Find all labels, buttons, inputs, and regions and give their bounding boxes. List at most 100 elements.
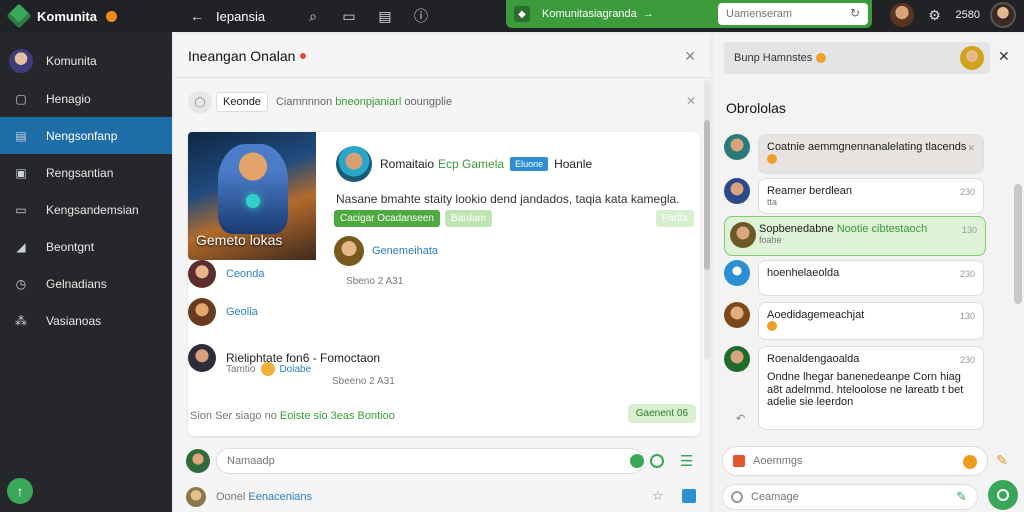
sidebar-item-kengsandemsian[interactable]: ▭ Kengsandemsian [0,191,172,228]
tag-row: Cacigar Ocadanseen Bardam Fartta [334,210,694,227]
right-scrollbar[interactable] [1014,44,1022,504]
sidebar-item-vasianoas[interactable]: ⁂ Vasianoas [0,302,172,339]
message-bubble[interactable]: Aoedidagemeachjat 130 [758,302,984,340]
comment-link[interactable]: Genemeihata [372,245,438,257]
tag-right[interactable]: Fartta [655,210,694,227]
tag-secondary[interactable]: Bardam [444,210,492,227]
sidebar-item-gelnadians[interactable]: ◷ Gelnadians [0,265,172,302]
sidebar-item-beontgnt[interactable]: ◢ Beontgnt [0,228,172,265]
list-icon: ▤ [15,128,27,143]
user-avatar-small[interactable] [889,3,914,27]
app-logo[interactable]: Komunita [0,3,172,29]
emoji-icon[interactable] [630,454,644,468]
gear-icon[interactable]: ⚙ [924,4,946,26]
star-icon[interactable]: ☆ [652,488,664,504]
profile-avatar[interactable] [990,2,1016,28]
refresh-icon[interactable]: ↻ [850,6,860,20]
sidebar-item-profile[interactable]: Komunita [0,42,172,80]
header-avatar[interactable] [960,46,984,70]
bottom-link[interactable]: Eenacenians [248,491,312,503]
channel-pill[interactable]: ◆ Komunitasiagranda → ↻ [506,0,872,28]
comment-input[interactable] [216,448,644,474]
clipboard-icon[interactable]: ▤ [374,5,396,27]
message-text: Roenaldengaoalda [767,353,860,365]
message-bubble[interactable]: Sopbenedabne Nootie cibtestaoch foahe 13… [724,216,986,256]
channel-arrow: → [642,8,654,20]
clock-icon: ◷ [15,276,27,291]
message-avatar[interactable] [724,134,750,160]
message-bubble[interactable]: Reamer berdlean tta 230 [758,178,984,214]
filter-row: ◯ Keonde Ciamnnnon bneonpjaniarl ooungpl… [188,90,698,114]
author-game[interactable]: Ecp Gamela [438,157,504,171]
emoji-icon[interactable] [963,455,977,469]
close-icon[interactable]: ✕ [684,48,696,65]
scrollbar-thumb[interactable] [704,120,710,270]
sidebar-item-label: Nengsonfanp [46,128,118,143]
back-arrow-icon[interactable]: ← [186,5,208,27]
author-name[interactable]: Romaitaio [380,157,434,171]
reply-avatar[interactable] [188,260,216,288]
topbar-search-input[interactable] [718,3,868,25]
calendar-icon[interactable] [682,489,696,503]
stats-green[interactable]: Eoiste sio 3eas Bontioo [280,410,395,422]
search-icon[interactable]: ⌕ [302,5,324,27]
sidebar-item-rengsantian[interactable]: ▣ Rengsantian [0,154,172,191]
reply-name[interactable]: Geolia [226,306,258,318]
message-avatar[interactable] [724,302,750,328]
list-icon[interactable]: ☰ [680,452,693,470]
pencil-icon[interactable]: ✎ [996,452,1008,469]
author-avatar[interactable] [336,146,372,182]
comments-button[interactable]: Gaenent 06 [627,404,696,423]
calendar-icon[interactable] [733,455,745,467]
upload-button[interactable]: ↑ [7,478,33,504]
reply-sub-label: Tamtio [226,363,256,375]
filter-highlight[interactable]: bneonpjaniarl [335,96,401,108]
message-time: 130 [959,311,975,321]
reply-avatar[interactable] [188,344,216,372]
message-avatar[interactable] [730,222,756,248]
message-bubble[interactable]: Coatnie aemmgnennanalelating tlacends ✕ [758,134,984,174]
author-role: Hoanle [554,157,593,171]
reply-sub-link[interactable]: Doiabe [279,364,311,375]
right-panel: Bunp Hamnstes ✕ Obrololas Coatnie aemmgn… [714,34,1024,512]
commenter-avatar[interactable] [334,236,364,266]
message-input[interactable] [753,455,933,467]
emoji-icon [767,321,777,331]
message-bubble[interactable]: Roenaldengaoalda Ondne lhegar banenedean… [758,346,984,430]
chat-message: Roenaldengaoalda Ondne lhegar banenedean… [724,346,986,430]
attach-icon[interactable] [731,491,743,503]
filter-chip[interactable]: Keonde [216,92,268,112]
post-card: Gemeto lokas Romaitaio Ecp Gamela Eluone… [188,132,700,436]
reply-name[interactable]: Ceonda [226,268,265,280]
right-header[interactable]: Bunp Hamnstes [724,42,990,74]
message-avatar[interactable] [724,346,750,372]
send-button[interactable] [988,480,1018,510]
attach-icon[interactable] [650,454,664,468]
filter-close-icon[interactable]: ✕ [686,94,696,108]
reply-avatar[interactable] [188,298,216,326]
chat-message-highlighted: Sopbenedabne Nootie cibtestaoch foahe 13… [724,216,986,256]
window-icon[interactable]: ▭ [338,5,360,27]
message-time: 230 [959,355,975,365]
chat-message: Coatnie aemmgnennanalelating tlacends ✕ [724,134,986,174]
info-icon[interactable]: ⓘ [410,5,432,27]
message-avatar[interactable] [724,178,750,204]
reply-arrow-icon[interactable]: ↶ [736,412,745,425]
scrollbar-thumb[interactable] [1014,184,1022,304]
stats-prefix: Sion Ser siago no [190,410,277,422]
center-scrollbar[interactable] [704,80,710,360]
paperclip-icon[interactable]: ✎ [956,489,967,505]
message-text: Reamer berdlean [767,185,852,197]
message-avatar[interactable] [724,260,750,286]
app-name: Komunita [37,8,97,24]
secondary-input[interactable] [751,491,931,503]
post-artwork[interactable]: Gemeto lokas [188,132,316,260]
sidebar-item-henagio[interactable]: ▢ Henagio [0,80,172,117]
close-icon[interactable]: ✕ [998,48,1010,65]
message-highlight[interactable]: Nootie cibtestaoch [837,223,928,235]
message-bubble[interactable]: hoenhelaeolda 230 [758,260,984,296]
tag-primary[interactable]: Cacigar Ocadanseen [334,210,440,227]
filter-icon[interactable]: ◯ [188,91,212,113]
message-text: Aoedidagemeachjat [767,309,865,321]
sidebar-item-nengsonfanp[interactable]: ▤ Nengsonfanp [0,117,172,154]
